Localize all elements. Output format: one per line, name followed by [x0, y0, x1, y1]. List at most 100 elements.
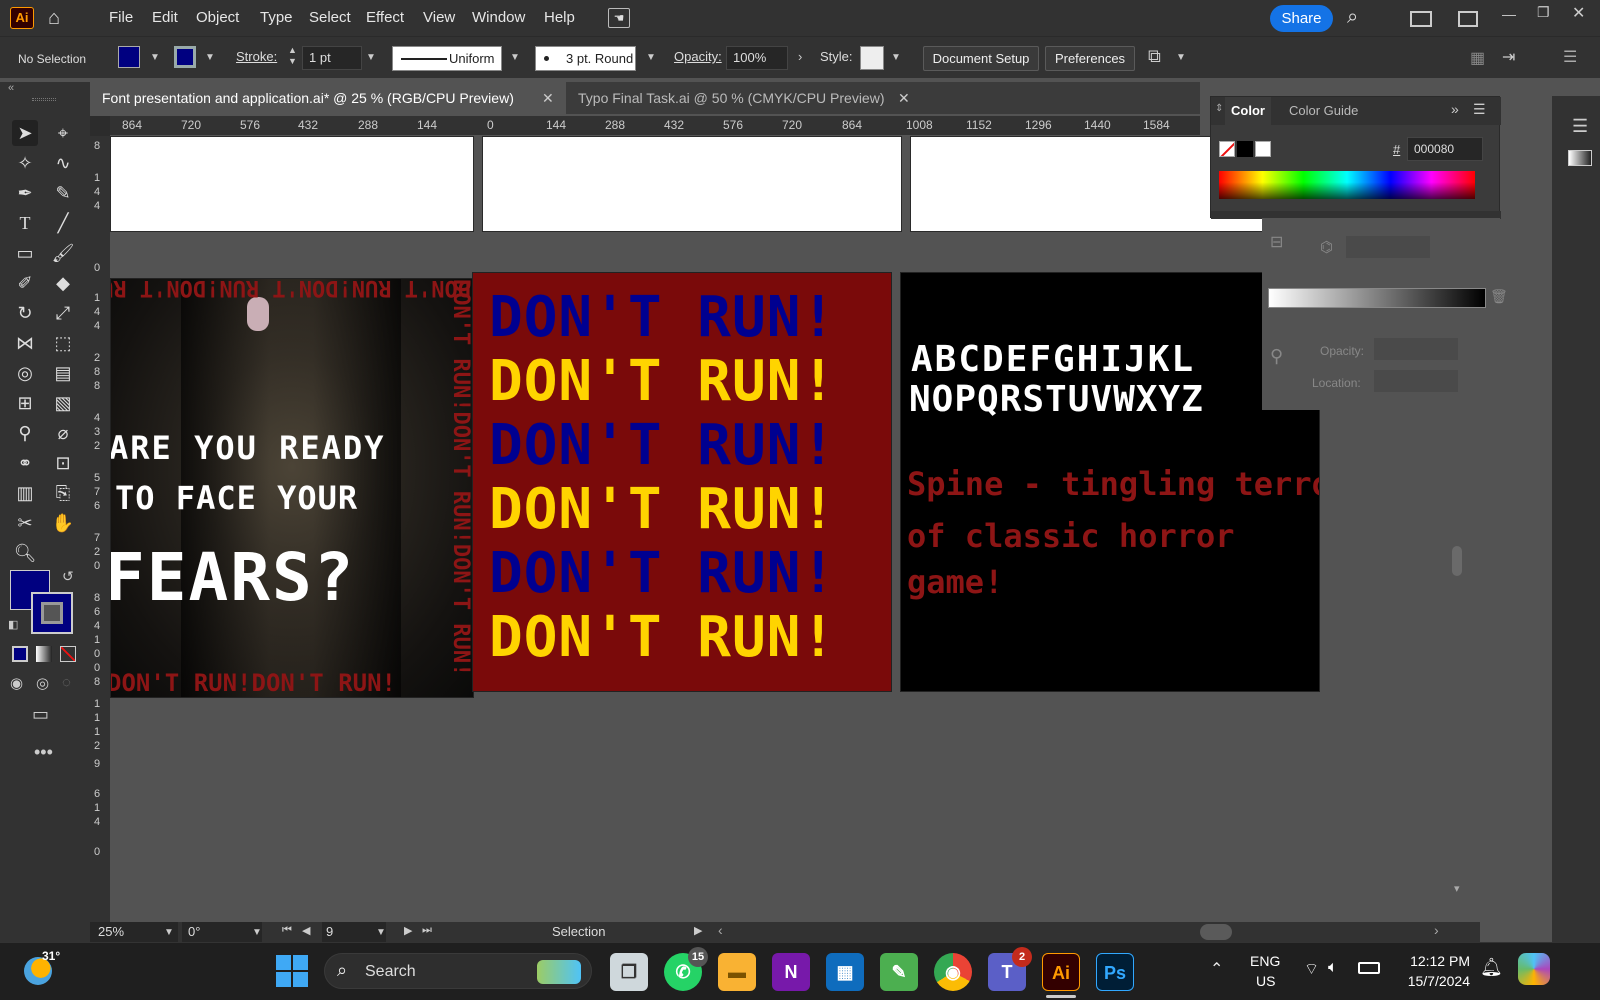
menu-window[interactable]: Window	[468, 0, 529, 36]
language-code[interactable]: ENG	[1250, 953, 1280, 969]
preferences-button[interactable]: Preferences	[1045, 46, 1135, 71]
symbol-sprayer-icon[interactable]: ⊡	[50, 450, 76, 476]
white-swatch[interactable]	[1255, 141, 1271, 157]
fill-swatch[interactable]	[118, 46, 140, 68]
color-spectrum[interactable]	[1219, 171, 1475, 199]
notification-bell-icon[interactable]: 🔔︎	[1480, 957, 1503, 978]
gradient-angle-field[interactable]	[1346, 236, 1430, 258]
ruler-origin[interactable]	[90, 116, 110, 136]
eyedropper-icon[interactable]: ⚲	[1270, 346, 1283, 367]
horizontal-ruler[interactable]: 864 720 576 432 288 144 0 144 288 432 57…	[90, 116, 1200, 136]
grip-icon[interactable]	[32, 98, 56, 101]
menu-select[interactable]: Select	[305, 0, 355, 36]
magic-wand-icon[interactable]: ✧	[12, 150, 38, 176]
chevron-down-icon[interactable]: ▼	[891, 52, 901, 63]
microsoft-store-icon[interactable]: ▦	[826, 953, 864, 991]
lasso-icon[interactable]: ∿	[50, 150, 76, 176]
battery-icon[interactable]	[1358, 962, 1380, 974]
tab-font-presentation[interactable]: Font presentation and application.ai* @ …	[90, 82, 566, 114]
chevron-right-icon[interactable]: ›	[798, 49, 802, 64]
volume-icon[interactable]: 🔈︎	[1328, 959, 1338, 977]
chevron-down-icon[interactable]: ▼	[510, 52, 520, 63]
teams-icon[interactable]: T2	[988, 947, 1032, 991]
chevron-down-icon[interactable]: ▼	[366, 52, 376, 63]
default-colors-icon[interactable]: ◧	[8, 618, 18, 631]
minimize-icon[interactable]: —	[1502, 6, 1516, 22]
eraser-icon[interactable]: ◆	[50, 270, 76, 296]
artboard-poster-dont-run[interactable]: DON'T RUN! DON'T RUN! DON'T RUN! DON'T R…	[472, 272, 892, 692]
scale-tool-icon[interactable]: ⤢	[50, 300, 76, 326]
stroke-swatch[interactable]	[174, 46, 196, 68]
shape-builder-icon[interactable]: ◎	[12, 360, 38, 386]
stroke-stepper-icon[interactable]: ▲ ▼	[288, 45, 297, 67]
scroll-right-icon[interactable]: ›	[1434, 922, 1439, 938]
hidden-icons-chevron-icon[interactable]: ⌃	[1210, 959, 1223, 979]
clock-date[interactable]: 15/7/2024	[1392, 973, 1470, 989]
slice-tool-icon[interactable]: ✂	[12, 510, 38, 536]
photoshop-icon[interactable]: Ps	[1096, 953, 1134, 991]
artboard-tool-icon[interactable]: ⎘	[50, 480, 76, 506]
gradient-panel-icon[interactable]	[1568, 150, 1592, 166]
chevron-down-icon[interactable]: ▼	[376, 927, 386, 938]
opacity-label[interactable]: Opacity:	[674, 49, 722, 64]
tab-typo-final-task[interactable]: Typo Final Task.ai @ 50 % (CMYK/CPU Prev…	[566, 82, 916, 114]
gradient-opacity-field[interactable]	[1374, 338, 1458, 360]
rectangle-tool-icon[interactable]: ▭	[12, 240, 38, 266]
stroke-profile-select[interactable]: Uniform	[392, 46, 502, 71]
color-mode-icon[interactable]	[12, 646, 28, 662]
share-button[interactable]: Share	[1270, 5, 1333, 32]
artboard-blank[interactable]	[482, 136, 902, 232]
selection-tool-icon[interactable]: ➤	[12, 120, 38, 146]
shaper-tool-icon[interactable]: ✐	[12, 270, 38, 296]
hand-tool-icon[interactable]: ✋	[50, 510, 76, 536]
direct-selection-tool-icon[interactable]: ⌖	[50, 120, 76, 146]
delete-stop-icon[interactable]: 🗑	[1490, 288, 1508, 305]
menu-help[interactable]: Help	[540, 0, 579, 36]
close-tab-icon[interactable]: ✕	[542, 82, 554, 114]
first-artboard-icon[interactable]: ⏮	[282, 924, 292, 937]
menu-file[interactable]: File	[105, 0, 137, 36]
arrange-icon[interactable]: ⧉	[1148, 46, 1161, 67]
gradient-fill-icon[interactable]: ⊟	[1270, 232, 1283, 252]
zoom-tool-icon[interactable]: 🔍︎	[12, 540, 38, 566]
panel-menu-icon[interactable]: ☰	[1473, 101, 1486, 118]
notepad-app-icon[interactable]: ✎	[880, 953, 918, 991]
free-transform-icon[interactable]: ⬚	[50, 330, 76, 356]
graph-tool-icon[interactable]: ▥	[12, 480, 38, 506]
gradient-tool-icon[interactable]: ▧	[50, 390, 76, 416]
artboard-blank[interactable]	[110, 136, 474, 232]
chevron-down-icon[interactable]: ▼	[252, 927, 262, 938]
swap-colors-icon[interactable]: ↺	[62, 568, 74, 585]
hex-input[interactable]: 000080	[1407, 137, 1483, 161]
panel-toggle-icon[interactable]: ⇕	[1215, 103, 1223, 114]
perspective-grid-icon[interactable]: ▤	[50, 360, 76, 386]
chevron-down-icon[interactable]: ▼	[205, 52, 215, 63]
draw-normal-icon[interactable]: ◉	[10, 674, 23, 692]
chevron-down-icon[interactable]: ▼	[646, 52, 656, 63]
gradient-location-field[interactable]	[1374, 370, 1458, 392]
scroll-down-icon[interactable]: ▾	[1454, 882, 1460, 895]
blend-tool-icon[interactable]: ⚭	[12, 450, 38, 476]
pen-tool-icon[interactable]: ✒	[12, 180, 38, 206]
line-tool-icon[interactable]: ╱	[50, 210, 76, 236]
wifi-icon[interactable]: ⌔	[1304, 959, 1319, 979]
transform-icon[interactable]: ⇥	[1502, 47, 1515, 67]
tab-color-guide[interactable]: Color Guide	[1289, 97, 1358, 125]
width-tool-icon[interactable]: ⋈	[12, 330, 38, 356]
vertical-ruler[interactable]: 8 1 4 4 0 1 4 4 2 8 8 4 3 2 5 7 6 7 2 0 …	[90, 136, 110, 942]
file-explorer-icon[interactable]: ▬	[718, 953, 756, 991]
vertical-scrollbar[interactable]	[1452, 546, 1462, 576]
draw-behind-icon[interactable]: ◎	[36, 674, 49, 692]
stroke-color-swatch[interactable]	[31, 592, 73, 634]
curvature-tool-icon[interactable]: ✎	[50, 180, 76, 206]
properties-icon[interactable]: ☰	[1572, 116, 1588, 137]
chevron-down-icon[interactable]: ▼	[1176, 52, 1186, 63]
task-view-icon[interactable]: ❐	[610, 953, 648, 991]
rotate-tool-icon[interactable]: ↻	[12, 300, 38, 326]
chevron-down-icon[interactable]: ▼	[164, 927, 174, 938]
none-swatch[interactable]	[1219, 141, 1235, 157]
next-artboard-icon[interactable]: ▶	[404, 924, 412, 937]
taskbar-search[interactable]: ⌕ Search	[324, 953, 592, 989]
status-menu-icon[interactable]: ▶	[694, 924, 702, 937]
scroll-left-icon[interactable]: ‹	[718, 922, 723, 938]
